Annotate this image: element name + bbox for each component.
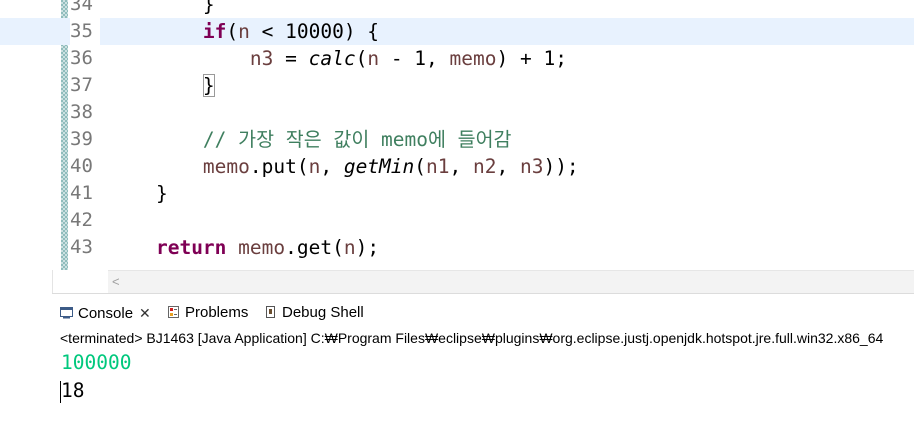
console-input-echo: 100000 bbox=[61, 351, 132, 374]
code-line[interactable]: 42 bbox=[0, 207, 914, 234]
code-token: n3 bbox=[249, 47, 274, 70]
tab-label-console: Console bbox=[78, 305, 134, 322]
view-tab-bar: Console ✕ Problems Debug Shell bbox=[52, 294, 914, 327]
line-code: } bbox=[109, 180, 168, 207]
code-token: - 1, bbox=[379, 47, 450, 70]
line-number: 38 bbox=[70, 101, 93, 123]
code-token: getMin bbox=[343, 155, 415, 178]
line-number: 36 bbox=[70, 47, 93, 69]
line-number: 41 bbox=[70, 182, 93, 204]
line-number: 37 bbox=[70, 74, 93, 96]
code-token: , bbox=[449, 155, 473, 178]
code-line[interactable]: 43 return memo.get(n); bbox=[0, 234, 914, 261]
tab-debug-shell[interactable]: Debug Shell bbox=[264, 294, 364, 327]
code-token: } bbox=[109, 0, 215, 16]
code-editor[interactable]: 34 } 35 if(n < 10000) {36 n3 = calc(n - 1… bbox=[0, 0, 914, 270]
line-number: 42 bbox=[70, 209, 93, 231]
code-line[interactable]: 36 n3 = calc(n - 1, memo) + 1; bbox=[0, 45, 914, 72]
line-code: if(n < 10000) { bbox=[109, 18, 379, 45]
code-token: , bbox=[320, 155, 344, 178]
code-line[interactable]: 39 // 가장 작은 값이 memo에 들어감 bbox=[0, 126, 914, 153]
code-token: < 10000) { bbox=[249, 20, 380, 43]
code-token: calc bbox=[308, 47, 356, 70]
tab-console[interactable]: Console ✕ bbox=[60, 294, 151, 327]
code-line[interactable]: 37 } bbox=[0, 72, 914, 99]
code-lines[interactable]: 34 } 35 if(n < 10000) {36 n3 = calc(n - 1… bbox=[0, 0, 914, 261]
tab-problems[interactable]: Problems bbox=[167, 294, 248, 327]
close-icon[interactable]: ✕ bbox=[139, 305, 151, 321]
code-token: n bbox=[238, 20, 250, 43]
code-token: ); bbox=[355, 236, 380, 259]
line-number: 40 bbox=[70, 155, 93, 177]
line-code: } bbox=[109, 0, 215, 18]
code-token: n1 bbox=[426, 155, 450, 178]
code-token: ( bbox=[226, 20, 239, 43]
code-line[interactable]: 35 if(n < 10000) { bbox=[0, 18, 914, 45]
line-code: } bbox=[109, 72, 215, 99]
console-status-line: <terminated> BJ1463 [Java Application] C… bbox=[60, 330, 884, 346]
code-token: , bbox=[496, 155, 520, 178]
line-code: memo.put(n, getMin(n1, n2, n3)); bbox=[109, 153, 579, 180]
code-token: n bbox=[343, 236, 356, 259]
code-token: ( bbox=[414, 155, 427, 178]
code-line[interactable]: 38 bbox=[0, 99, 914, 126]
code-token: .get( bbox=[285, 236, 344, 259]
code-token: memo bbox=[238, 236, 286, 259]
code-token: return bbox=[155, 236, 227, 259]
line-number: 39 bbox=[70, 128, 93, 150]
console-output-line: 18 bbox=[60, 377, 131, 405]
code-line[interactable]: 40 memo.put(n, getMin(n1, n2, n3)); bbox=[0, 153, 914, 180]
code-token: memo bbox=[449, 47, 497, 70]
horizontal-scrollbar[interactable]: < bbox=[108, 270, 914, 293]
tab-label-problems: Problems bbox=[185, 304, 249, 321]
code-token: } bbox=[109, 182, 168, 205]
console-icon bbox=[60, 296, 73, 319]
problems-icon bbox=[167, 295, 180, 318]
line-code: // 가장 작은 값이 memo에 들어감 bbox=[109, 126, 512, 153]
code-token: if bbox=[202, 20, 227, 43]
code-token: } bbox=[202, 74, 215, 97]
code-token: n2 bbox=[473, 155, 497, 178]
line-number: 35 bbox=[70, 18, 100, 45]
console-panel: Console ✕ Problems Debug Shell <terminate… bbox=[52, 293, 914, 443]
line-code: n3 = calc(n - 1, memo) + 1; bbox=[109, 45, 567, 72]
code-token: ) + 1; bbox=[496, 47, 567, 70]
debug-shell-icon bbox=[264, 295, 277, 318]
text-caret bbox=[60, 381, 61, 403]
code-token: n bbox=[367, 47, 380, 70]
code-token: )); bbox=[543, 155, 579, 178]
line-number: 34 bbox=[70, 0, 93, 15]
tab-label-debug-shell: Debug Shell bbox=[282, 304, 364, 321]
code-token: = bbox=[273, 47, 309, 70]
code-token: ( bbox=[355, 47, 368, 70]
line-code: return memo.get(n); bbox=[109, 234, 379, 261]
line-number: 43 bbox=[70, 236, 93, 258]
code-token: memo bbox=[202, 155, 250, 178]
code-token: // 가장 작은 값이 memo에 들어감 bbox=[202, 128, 512, 151]
console-output[interactable]: 100000 18 bbox=[60, 349, 132, 405]
code-token: n3 bbox=[519, 155, 544, 178]
code-line[interactable]: 41 } bbox=[0, 180, 914, 207]
console-output-text: 18 bbox=[61, 379, 85, 402]
code-line[interactable]: 34 } bbox=[0, 0, 914, 18]
code-token: n bbox=[308, 155, 321, 178]
code-token: .put( bbox=[249, 155, 309, 178]
scroll-left-arrow[interactable]: < bbox=[112, 271, 120, 293]
